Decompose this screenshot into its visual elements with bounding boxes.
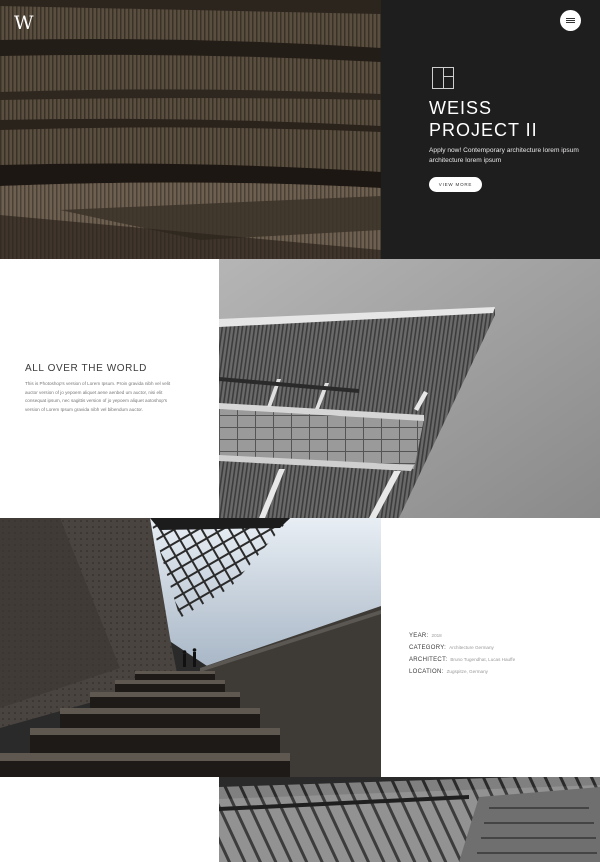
facade-graphic xyxy=(0,0,381,259)
hamburger-icon xyxy=(566,18,575,19)
stairs-graphic xyxy=(0,518,381,777)
section-text: This is Photoshop's version of Lorem Ips… xyxy=(25,381,171,412)
layout-icon xyxy=(432,67,454,89)
hamburger-icon-line xyxy=(566,22,575,23)
menu-button[interactable] xyxy=(560,10,581,31)
architecture-graphic xyxy=(219,259,600,518)
bottom-architecture-image xyxy=(219,777,600,862)
detail-row-category: CATEGORY: Architecture Germany xyxy=(409,636,589,651)
architecture-image xyxy=(219,259,600,518)
view-more-button[interactable]: VIEW MORE xyxy=(429,177,482,192)
stairs-image xyxy=(0,518,381,777)
project-description: Apply now! Contemporary architecture lor… xyxy=(429,147,579,164)
detail-label: LOCATION: xyxy=(409,669,444,675)
brand-logo[interactable]: W xyxy=(14,12,33,34)
detail-value: Zugspitze, Germany xyxy=(446,669,488,674)
detail-row-year: YEAR: 2018 xyxy=(409,624,589,639)
project-title-line2: PROJECT II xyxy=(429,120,538,140)
project-details: YEAR: 2018 CATEGORY: Architecture Germany … xyxy=(409,624,589,675)
hamburger-icon-line xyxy=(566,20,575,21)
hero-facade-image xyxy=(0,0,381,259)
project-title-line1: WEISS xyxy=(429,98,493,118)
section-title: ALL OVER THE WORLD xyxy=(25,363,147,374)
bottom-graphic xyxy=(219,777,600,862)
detail-row-architect: ARCHITECT: Bruno Tugendhat, Lucas Hauffe xyxy=(409,648,589,663)
project-title: WEISS PROJECT II xyxy=(429,97,589,141)
